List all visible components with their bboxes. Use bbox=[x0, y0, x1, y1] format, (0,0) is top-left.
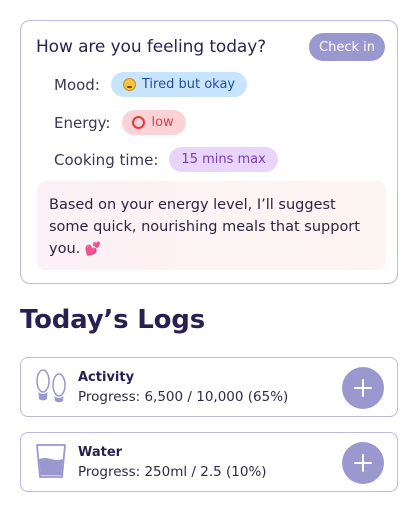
tired-face-icon bbox=[122, 78, 136, 91]
mood-row: Mood: Tired but okay bbox=[54, 72, 248, 97]
page: How are you feeling today? Check in Mood… bbox=[0, 0, 419, 512]
log-name: Water bbox=[78, 445, 123, 460]
footprints-icon bbox=[36, 369, 66, 403]
mood-pill[interactable]: Tired but okay bbox=[110, 72, 248, 97]
red-ring-icon bbox=[132, 116, 146, 129]
log-progress: Progress: 6,500 / 10,000 (65%) bbox=[78, 389, 289, 405]
logs-section-title: Today’s Logs bbox=[20, 305, 205, 335]
water-glass-icon bbox=[36, 444, 66, 478]
mood-value: Tired but okay bbox=[141, 77, 236, 92]
energy-value: low bbox=[151, 115, 174, 130]
suggestion-box: Based on your energy level, I’ll suggest… bbox=[37, 181, 386, 270]
mood-card-title: How are you feeling today? bbox=[36, 37, 267, 57]
energy-row: Energy: low bbox=[54, 110, 186, 135]
cooking-time-pill[interactable]: 15 mins max bbox=[169, 147, 278, 172]
plus-icon bbox=[354, 379, 372, 397]
cooking-time-row: Cooking time: 15 mins max bbox=[54, 147, 278, 172]
log-card-water[interactable]: Water Progress: 250ml / 2.5 (10%) bbox=[20, 432, 398, 492]
log-card-activity[interactable]: Activity Progress: 6,500 / 10,000 (65%) bbox=[20, 357, 398, 417]
energy-pill[interactable]: low bbox=[122, 110, 186, 135]
log-progress: Progress: 250ml / 2.5 (10%) bbox=[78, 464, 267, 480]
cooking-time-label: Cooking time: bbox=[54, 150, 159, 169]
mood-label: Mood: bbox=[54, 75, 100, 94]
energy-label: Energy: bbox=[54, 113, 111, 132]
add-water-button[interactable] bbox=[342, 442, 384, 484]
plus-icon bbox=[354, 454, 372, 472]
hearts-icon: 💕 bbox=[84, 242, 102, 257]
log-name: Activity bbox=[78, 370, 135, 385]
mood-checkin-card: How are you feeling today? Check in Mood… bbox=[20, 20, 398, 284]
add-activity-button[interactable] bbox=[342, 367, 384, 409]
check-in-button[interactable]: Check in bbox=[309, 33, 385, 61]
